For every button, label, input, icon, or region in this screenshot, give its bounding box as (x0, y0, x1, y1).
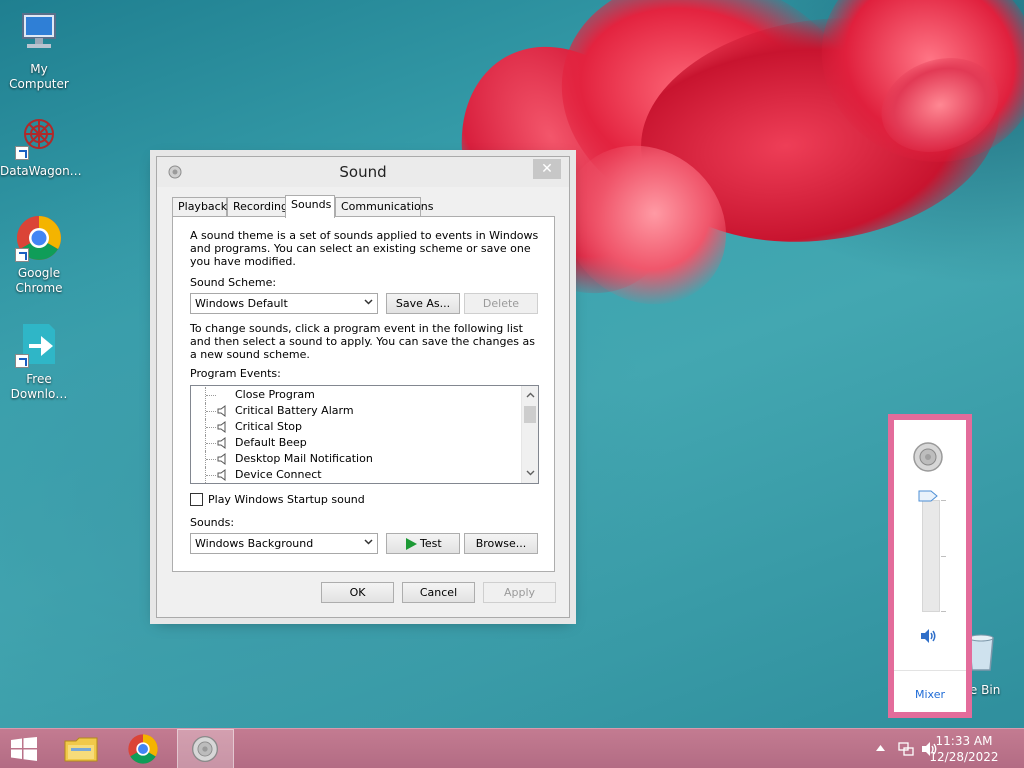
events-label: Program Events: (190, 367, 281, 380)
datawagon-icon (15, 112, 63, 160)
taskbar-sound[interactable] (177, 729, 234, 768)
dialog-titlebar[interactable]: Sound ✕ (157, 157, 569, 187)
volume-slider-thumb[interactable] (918, 490, 938, 502)
event-label: Device Connect (235, 468, 322, 481)
speaker-icon (217, 405, 226, 417)
start-button[interactable] (0, 729, 48, 768)
chevron-up-icon[interactable] (526, 392, 535, 398)
change-text: To change sounds, click a program event … (190, 322, 535, 361)
desktop-icon-free-download[interactable]: Free Downlo… (0, 320, 78, 402)
speaker-device-icon[interactable] (911, 440, 945, 474)
shortcut-arrow-icon (15, 146, 29, 160)
tree-connector (205, 419, 217, 435)
show-hidden-icons-icon[interactable] (876, 745, 885, 751)
program-events-list[interactable]: Close Program Critical Battery Alarm Cri… (190, 385, 539, 484)
chevron-down-icon (364, 299, 373, 305)
flyout-divider (894, 670, 966, 671)
computer-icon (15, 10, 63, 58)
test-button[interactable]: Test (386, 533, 460, 554)
event-label: Default Beep (235, 436, 307, 449)
list-item[interactable]: Critical Stop (191, 419, 521, 435)
taskbar: 11:33 AM 12/28/2022 (0, 728, 1024, 768)
desktop-icon-google-chrome[interactable]: Google Chrome (0, 214, 78, 296)
event-label: Critical Stop (235, 420, 302, 433)
chrome-icon (128, 734, 158, 764)
list-item[interactable]: Device Connect (191, 467, 521, 483)
volume-tick (941, 556, 946, 557)
volume-flyout: Mixer (888, 414, 972, 718)
chevron-down-icon (364, 539, 373, 545)
browse-button[interactable]: Browse... (464, 533, 538, 554)
tree-connector (205, 451, 217, 467)
list-item[interactable]: Default Beep (191, 435, 521, 451)
download-manager-icon (15, 320, 63, 368)
speaker-icon (217, 437, 226, 449)
tree-connector (205, 403, 217, 419)
startup-sound-checkbox[interactable] (190, 493, 203, 506)
shortcut-arrow-icon (15, 248, 29, 262)
list-item[interactable]: Desktop Mail Notification (191, 451, 521, 467)
shortcut-arrow-icon (15, 354, 29, 368)
close-button[interactable]: ✕ (533, 159, 561, 179)
list-item[interactable]: Close Program (191, 387, 521, 403)
delete-button[interactable]: Delete (464, 293, 538, 314)
tab-playback[interactable]: Playback (172, 197, 227, 217)
save-as-button[interactable]: Save As... (386, 293, 460, 314)
file-explorer-icon (64, 737, 98, 762)
list-item[interactable]: Critical Battery Alarm (191, 403, 521, 419)
dialog-title: Sound (339, 163, 387, 181)
desktop-icon-label: Google Chrome (15, 266, 63, 295)
tab-recording[interactable]: Recording (227, 197, 288, 217)
event-label: Desktop Mail Notification (235, 452, 373, 465)
volume-slider-track[interactable] (922, 500, 940, 612)
tab-sounds[interactable]: Sounds (285, 195, 335, 218)
apply-button[interactable]: Apply (483, 582, 556, 603)
sound-dialog: Sound ✕ Playback Recording Sounds Commun… (156, 156, 570, 618)
mute-toggle-icon[interactable] (920, 628, 938, 644)
sounds-tab-panel: A sound theme is a set of sounds applied… (172, 216, 555, 572)
event-label: Close Program (235, 388, 315, 401)
desktop-icon-label: DataWagon… (0, 164, 82, 178)
sounds-label: Sounds: (190, 516, 235, 529)
volume-tick (941, 611, 946, 612)
network-icon[interactable] (898, 741, 914, 757)
cancel-button[interactable]: Cancel (402, 582, 475, 603)
chevron-down-icon[interactable] (526, 470, 535, 476)
play-icon (406, 538, 417, 550)
startup-sound-label: Play Windows Startup sound (208, 493, 365, 506)
close-icon: ✕ (541, 161, 553, 177)
sound-select[interactable]: Windows Background (190, 533, 378, 554)
clock-date[interactable]: 12/28/2022 (924, 750, 1004, 764)
events-scrollbar[interactable] (521, 386, 538, 483)
ok-button[interactable]: OK (321, 582, 394, 603)
test-button-label: Test (420, 537, 442, 550)
intro-text: A sound theme is a set of sounds applied… (190, 229, 539, 268)
desktop-icon-label: My Computer (9, 62, 69, 91)
scrollbar-thumb[interactable] (524, 406, 536, 423)
windows-logo-icon (11, 737, 37, 761)
chrome-icon (15, 214, 63, 262)
speaker-icon (217, 421, 226, 433)
speaker-icon (217, 453, 226, 465)
sound-select-value: Windows Background (195, 537, 314, 550)
speaker-icon (217, 469, 226, 481)
scheme-select[interactable]: Windows Default (190, 293, 378, 314)
event-label: Critical Battery Alarm (235, 404, 354, 417)
volume-tick (941, 500, 946, 501)
desktop-icon-datawagon[interactable]: DataWagon… (0, 112, 82, 179)
desktop-icon-my-computer[interactable]: My Computer (0, 10, 78, 92)
scheme-label: Sound Scheme: (190, 276, 277, 289)
taskbar-chrome[interactable] (120, 729, 166, 768)
taskbar-file-explorer[interactable] (58, 729, 104, 768)
tree-connector (205, 467, 217, 483)
scheme-select-value: Windows Default (195, 297, 288, 310)
tree-connector (205, 435, 217, 451)
mixer-link[interactable]: Mixer (894, 688, 966, 701)
tree-connector (205, 387, 217, 403)
desktop-icon-label: Free Downlo… (10, 372, 68, 401)
clock-time[interactable]: 11:33 AM (924, 734, 1004, 748)
tab-communications[interactable]: Communications (335, 197, 433, 217)
sound-icon (191, 735, 219, 763)
